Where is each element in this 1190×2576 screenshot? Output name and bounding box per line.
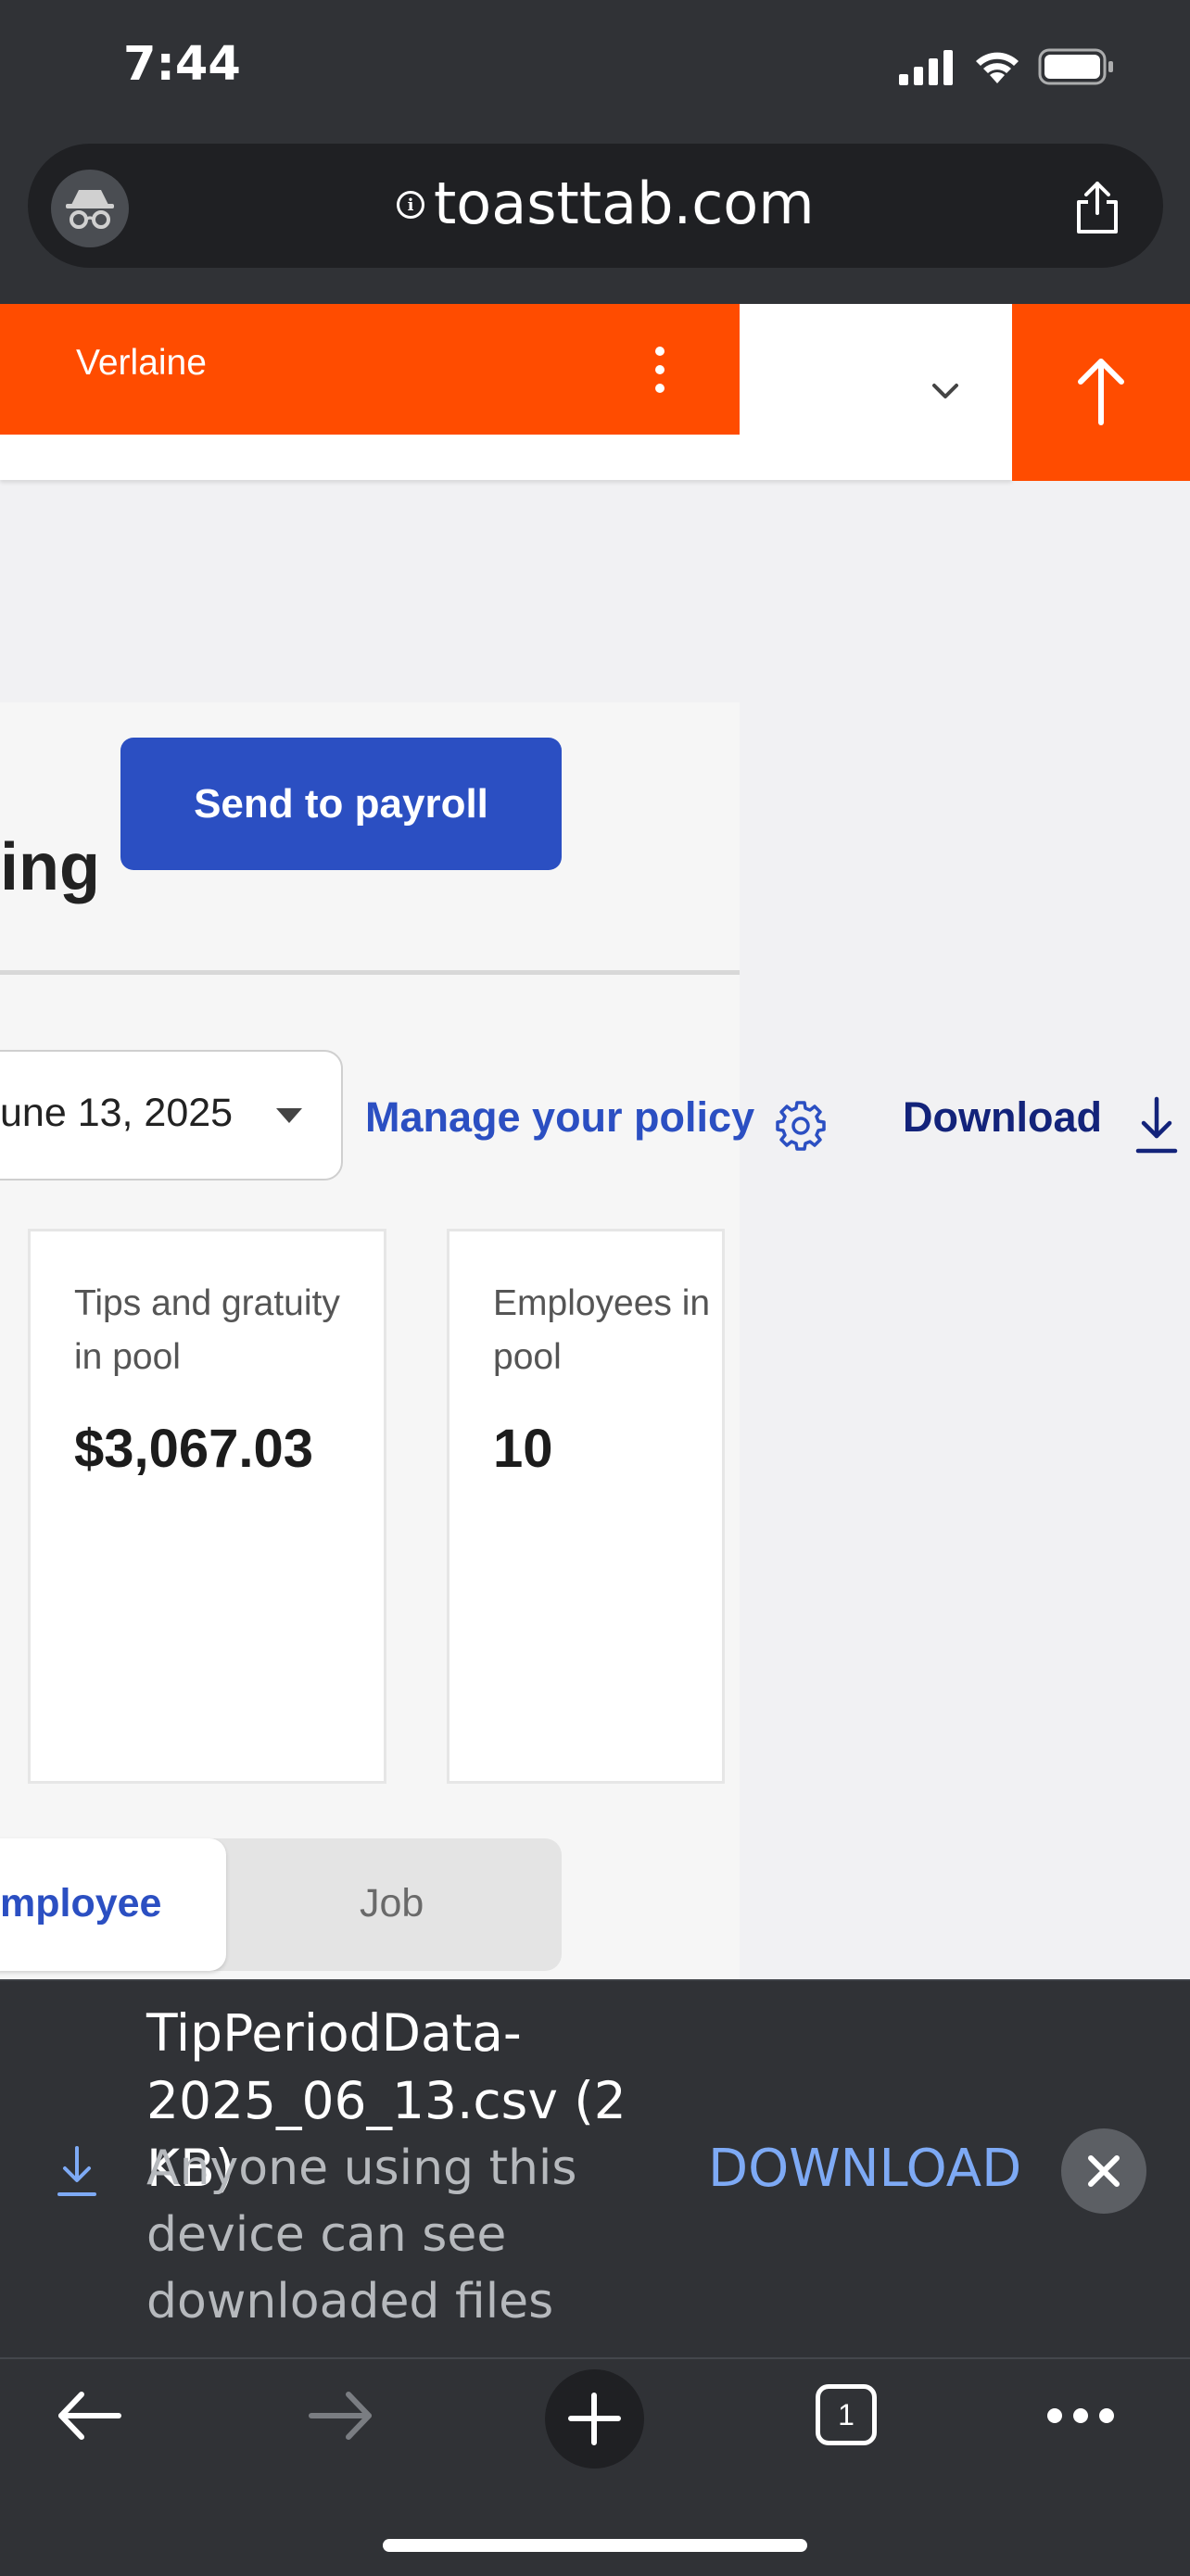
toggle-employee-label: mployee bbox=[0, 1881, 162, 1926]
close-icon bbox=[1088, 2155, 1120, 2187]
arrow-up-icon bbox=[1078, 359, 1124, 425]
back-arrow-icon[interactable] bbox=[54, 2389, 124, 2443]
employees-label: Employees in pool bbox=[493, 1283, 711, 1377]
site-info-icon[interactable]: i bbox=[397, 191, 424, 219]
tips-value: $3,067.03 bbox=[74, 1419, 314, 1479]
more-horizontal-icon[interactable] bbox=[1045, 2406, 1116, 2426]
location-name: Verlaine bbox=[76, 343, 207, 383]
download-icon bbox=[57, 2146, 96, 2196]
incognito-button[interactable] bbox=[51, 170, 129, 247]
battery-icon bbox=[1038, 48, 1113, 85]
divider bbox=[0, 970, 740, 975]
share-icon[interactable] bbox=[1068, 178, 1127, 237]
toggle-job[interactable]: Job bbox=[360, 1881, 424, 1926]
tips-label: Tips and gratuity in pool bbox=[74, 1283, 340, 1377]
page-title: ing bbox=[0, 830, 100, 904]
wifi-icon bbox=[976, 52, 1019, 83]
forward-arrow-icon[interactable] bbox=[306, 2389, 376, 2443]
new-tab-button[interactable] bbox=[545, 2369, 644, 2469]
manage-policy-link[interactable]: Manage your policy bbox=[365, 1093, 754, 1142]
download-warning: Anyone using this device can see downloa… bbox=[146, 2140, 577, 2330]
gear-icon[interactable] bbox=[772, 1097, 829, 1155]
tab-switcher-button[interactable]: 1 bbox=[816, 2384, 877, 2445]
cellular-signal-icon bbox=[899, 50, 953, 85]
download-icon[interactable] bbox=[1134, 1095, 1179, 1156]
send-to-payroll-button[interactable]: Send to payroll bbox=[120, 738, 562, 870]
download-link[interactable]: Download bbox=[903, 1093, 1102, 1142]
close-button[interactable] bbox=[1061, 2128, 1146, 2214]
incognito-icon bbox=[66, 190, 114, 229]
pay-period-value: une 13, 2025 bbox=[0, 1091, 234, 1135]
chevron-down-icon[interactable] bbox=[927, 373, 964, 410]
url-text[interactable]: toasttab.com bbox=[434, 170, 815, 237]
plus-icon bbox=[568, 2393, 621, 2445]
caret-down-icon bbox=[276, 1108, 302, 1123]
status-time: 7:44 bbox=[123, 37, 241, 92]
home-indicator bbox=[383, 2539, 807, 2552]
more-vertical-icon[interactable] bbox=[649, 345, 671, 395]
employees-value: 10 bbox=[493, 1419, 553, 1479]
scroll-to-top-button[interactable] bbox=[1012, 304, 1190, 481]
download-button[interactable]: DOWNLOAD bbox=[708, 2139, 1021, 2199]
